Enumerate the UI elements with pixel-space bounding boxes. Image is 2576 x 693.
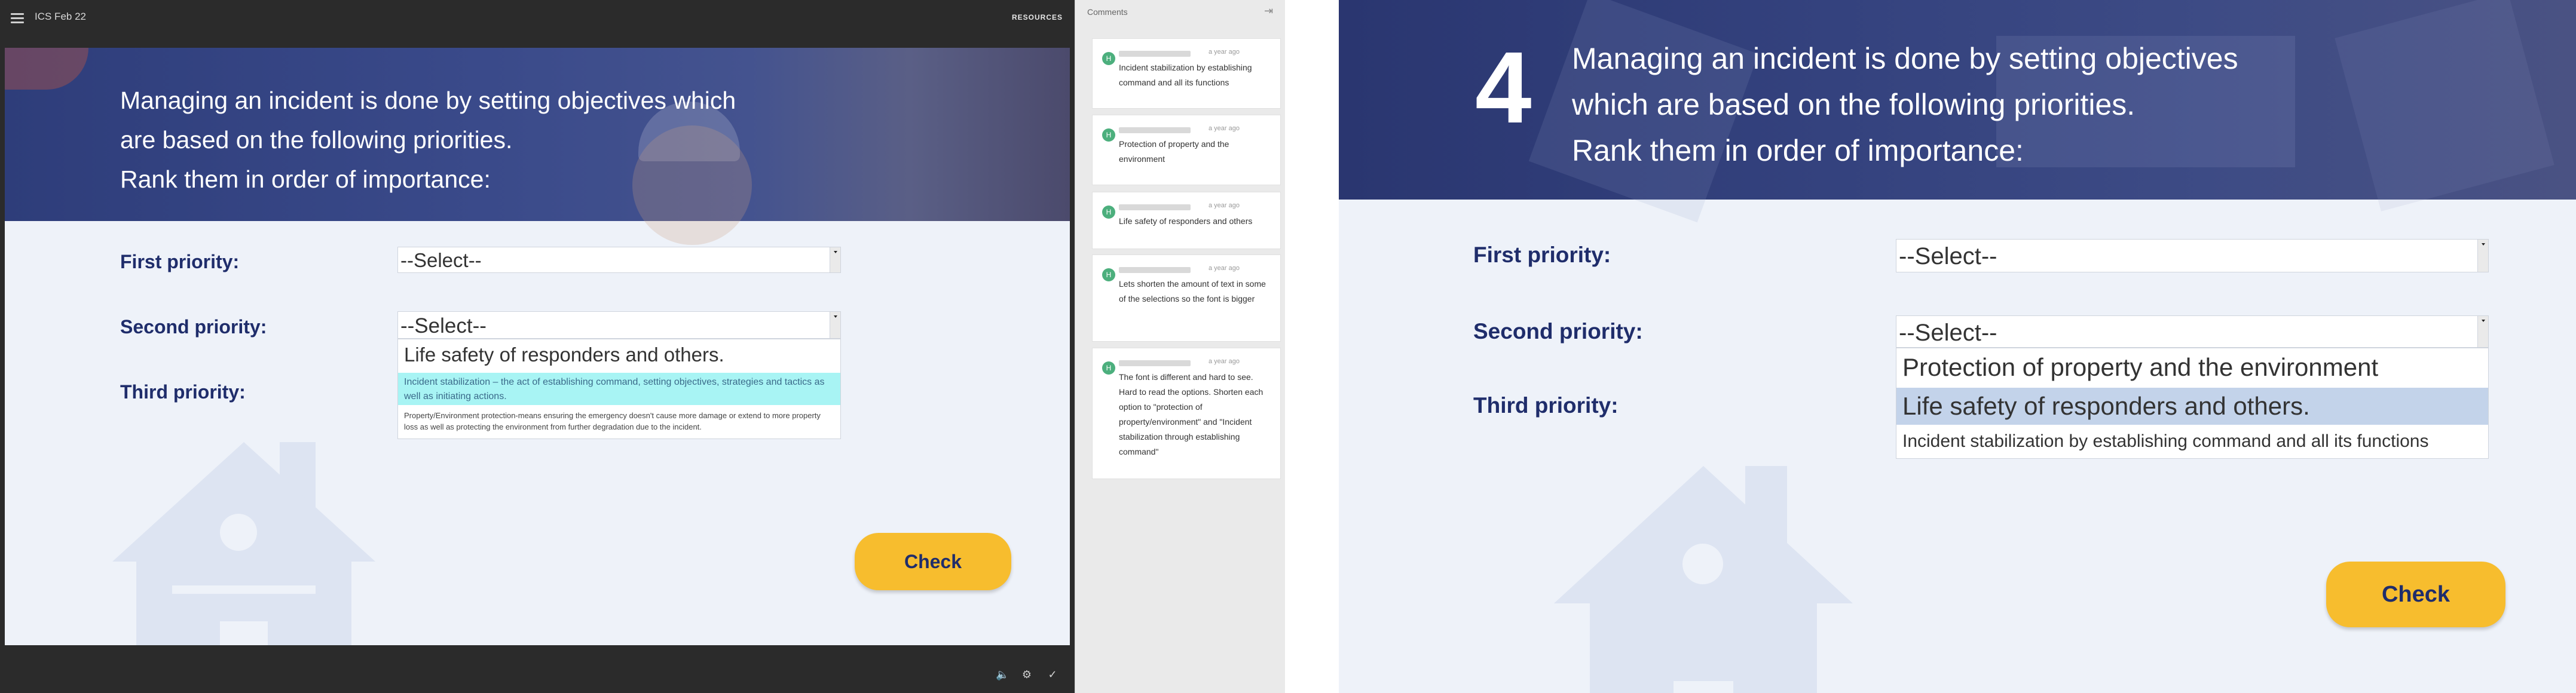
comment-time: a year ago: [1209, 265, 1240, 272]
checkmark-icon[interactable]: ✓: [1047, 669, 1058, 680]
first-priority-value: --Select--: [400, 249, 482, 271]
second-priority-value: --Select--: [400, 314, 487, 338]
avatar: H: [1102, 361, 1115, 375]
comments-title: Comments: [1087, 7, 1128, 17]
author-name-redacted: [1119, 127, 1191, 133]
house-icon: [112, 442, 375, 645]
chevron-down-icon[interactable]: [2477, 316, 2488, 347]
comment-card[interactable]: H a year ago Incident stabilization by e…: [1092, 38, 1281, 109]
dropdown-option-highlighted[interactable]: Life safety of responders and others.: [1896, 388, 2488, 425]
top-bar: ICS Feb 22 RESOURCES: [0, 0, 1075, 38]
author-name-redacted: [1119, 267, 1191, 273]
dropdown-option[interactable]: Protection of property and the environme…: [1902, 351, 2482, 384]
comment-time: a year ago: [1209, 48, 1240, 56]
comment-text: Life safety of responders and others: [1119, 216, 1253, 226]
first-priority-select[interactable]: --Select--: [397, 247, 841, 273]
slide-preview: 4 Managing an incident is done by settin…: [1339, 0, 2576, 693]
slide: Managing an incident is done by setting …: [5, 48, 1070, 645]
comment-time: a year ago: [1209, 202, 1240, 209]
check-button[interactable]: Check: [2326, 562, 2505, 627]
second-priority-select[interactable]: --Select--: [397, 311, 841, 339]
background-photo-detail: [5, 48, 88, 90]
question-text: Managing an incident is done by setting …: [120, 87, 736, 193]
comment-card[interactable]: H a year ago Life safety of responders a…: [1092, 192, 1281, 249]
chevron-down-icon[interactable]: [830, 247, 840, 272]
second-priority-dropdown: Protection of property and the environme…: [1896, 348, 2489, 459]
house-icon: [1554, 466, 1853, 693]
first-priority-select[interactable]: --Select--: [1896, 239, 2489, 272]
chevron-down-icon[interactable]: [830, 312, 840, 338]
second-priority-value: --Select--: [1899, 320, 1997, 346]
question-text: Managing an incident is done by setting …: [1572, 42, 2238, 167]
course-title: ICS Feb 22: [35, 11, 86, 22]
author-name-redacted: [1119, 51, 1191, 57]
comments-panel: Comments ⇥ H a year ago Incident stabili…: [1075, 0, 1285, 693]
dropdown-option[interactable]: Life safety of responders and others.: [404, 342, 834, 368]
dropdown-option-highlighted[interactable]: Incident stabilization – the act of esta…: [398, 373, 840, 405]
comment-text: Lets shorten the amount of text in some …: [1119, 279, 1266, 303]
comment-card[interactable]: H a year ago The font is different and h…: [1092, 348, 1281, 479]
step-number: 4: [1475, 31, 1532, 145]
first-priority-value: --Select--: [1899, 243, 1997, 269]
course-player: ICS Feb 22 RESOURCES Managing an inciden…: [0, 0, 1075, 693]
first-priority-label: First priority:: [1473, 243, 1611, 267]
dropdown-option[interactable]: Property/Environment protection-means en…: [398, 409, 840, 434]
hamburger-menu-icon[interactable]: [11, 13, 24, 23]
comment-time: a year ago: [1209, 358, 1240, 365]
comment-card[interactable]: H a year ago Protection of property and …: [1092, 115, 1281, 185]
third-priority-label: Third priority:: [120, 381, 246, 403]
dropdown-option[interactable]: Incident stabilization by establishing c…: [1902, 428, 2482, 455]
comment-text: Protection of property and the environme…: [1119, 139, 1229, 164]
comment-text: Incident stabilization by establishing c…: [1119, 63, 1252, 87]
comment-card[interactable]: H a year ago Lets shorten the amount of …: [1092, 254, 1281, 342]
bottom-bar: [0, 645, 1075, 693]
slide-header: 4 Managing an incident is done by settin…: [1339, 0, 2576, 223]
comment-text: The font is different and hard to see. H…: [1119, 372, 1263, 456]
second-priority-dropdown: Life safety of responders and others. In…: [397, 339, 841, 439]
gear-icon[interactable]: ⚙: [1021, 669, 1032, 680]
exit-icon[interactable]: ⇥: [1264, 5, 1273, 17]
check-button[interactable]: Check: [855, 533, 1011, 590]
avatar: H: [1102, 128, 1115, 142]
avatar: H: [1102, 206, 1115, 219]
slide-header: Managing an incident is done by setting …: [5, 48, 1070, 245]
second-priority-select[interactable]: --Select--: [1896, 315, 2489, 348]
comment-time: a year ago: [1209, 125, 1240, 132]
author-name-redacted: [1119, 360, 1191, 366]
second-priority-label: Second priority:: [120, 316, 267, 338]
third-priority-label: Third priority:: [1473, 393, 1619, 418]
volume-icon[interactable]: 🔈: [996, 669, 1009, 680]
second-priority-label: Second priority:: [1473, 319, 1643, 344]
avatar: H: [1102, 268, 1115, 281]
avatar: H: [1102, 52, 1115, 65]
chevron-down-icon[interactable]: [2477, 240, 2488, 272]
resources-button[interactable]: RESOURCES: [1012, 13, 1063, 22]
first-priority-label: First priority:: [120, 251, 240, 272]
author-name-redacted: [1119, 204, 1191, 210]
